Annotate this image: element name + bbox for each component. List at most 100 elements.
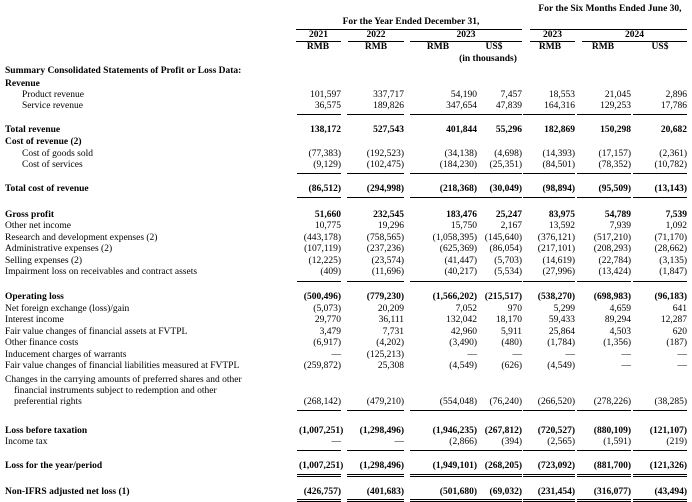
row-value: (1,356)	[603, 338, 631, 348]
row-value: 47,839	[495, 101, 522, 111]
row-value: (4,549)	[547, 361, 575, 371]
financial-statement-table: For the Year Ended December 31, For the …	[0, 0, 692, 502]
row-value: 18,553	[548, 90, 575, 100]
row-value: 337,717	[373, 90, 404, 100]
row-value: (86,054)	[489, 244, 522, 254]
row-value: 5,911	[500, 327, 522, 337]
double-rule	[347, 474, 404, 475]
row-value: (145,640)	[484, 233, 522, 243]
row-value: 7,539	[665, 210, 687, 220]
row-label: Operating loss	[5, 292, 64, 302]
double-rule	[477, 499, 522, 500]
double-rule	[577, 476, 631, 477]
column-rule	[410, 281, 477, 282]
statement-row: Research and development expenses (2) (44…	[0, 233, 692, 244]
row-value: (6,917)	[313, 338, 341, 348]
row-value: (294,998)	[366, 184, 404, 194]
row-value: (259,872)	[303, 361, 341, 371]
column-rule	[410, 197, 477, 198]
row-value: (40,217)	[444, 267, 477, 277]
row-value: 4,503	[609, 327, 631, 337]
statement-row: Total revenue 138,172 527,543 401,844 55,296…	[0, 125, 692, 136]
row-value: 19,296	[377, 221, 404, 231]
row-value: 182,869	[544, 125, 575, 135]
row-label: Impairment loss on receivables and contr…	[5, 267, 198, 277]
row-value: (266,520)	[537, 397, 575, 407]
year-header: 2023	[456, 30, 476, 40]
row-value: 29,770	[314, 315, 341, 325]
row-value: 527,543	[373, 125, 404, 135]
row-label: Total cost of revenue	[5, 184, 89, 194]
statement-row: Loss for the year/period (1,007,251) (1,29…	[0, 461, 692, 472]
column-rule	[523, 450, 575, 451]
row-value: —	[565, 350, 576, 360]
row-value: (184,230)	[439, 160, 477, 170]
row-value: (426,757)	[303, 487, 341, 497]
column-rule	[577, 197, 631, 198]
double-rule	[477, 476, 522, 477]
row-label: Product revenue	[22, 90, 84, 100]
statement-row: Impairment loss on receivables and contr…	[0, 267, 692, 278]
row-value: (84,501)	[542, 160, 575, 170]
row-value: 620	[672, 327, 687, 337]
statement-row: Interest income 29,770 36,111 132,042 18,170…	[0, 315, 692, 326]
statement-row: Income tax — — (2,866) (394) (2,565) (1,591) (2…	[0, 437, 692, 448]
statement-row: Inducement charges of warrants — (125,213)…	[0, 350, 692, 361]
row-value: (27,996)	[542, 267, 575, 277]
year-header: 2023	[543, 30, 562, 40]
row-label: Cost of services	[22, 160, 83, 170]
row-value: 51,660	[314, 210, 341, 220]
double-rule	[577, 499, 631, 500]
row-value: 36,575	[314, 101, 341, 111]
statement-row: Administrative expenses (2) (107,119) (237…	[0, 244, 692, 255]
row-value: (95,509)	[598, 184, 631, 194]
row-label: Cost of goods sold	[22, 149, 93, 159]
row-value: (268,142)	[303, 397, 341, 407]
double-rule	[347, 476, 404, 477]
statement-row: Fair value changes of financial assets a…	[0, 327, 692, 338]
row-value: (38,285)	[654, 397, 687, 407]
group-underline	[530, 29, 687, 30]
row-value: —	[331, 437, 342, 447]
row-label: Selling expenses (2)	[5, 256, 83, 266]
statement-row: Service revenue 36,575 189,826 347,654 47,83…	[0, 101, 692, 112]
row-value: (2,866)	[449, 437, 477, 447]
row-value: (231,454)	[537, 487, 575, 497]
row-value: —	[394, 437, 405, 447]
row-label: Net foreign exchange (loss)/gain	[5, 304, 130, 314]
row-value: (267,812)	[484, 426, 522, 436]
column-rule	[523, 173, 575, 174]
row-label: Non-IFRS adjusted net loss (1)	[5, 487, 130, 497]
row-value: (102,475)	[366, 160, 404, 170]
statement-row: Total cost of revenue (86,512) (294,998) (2…	[0, 184, 692, 195]
row-value: 150,298	[600, 125, 631, 135]
column-rule	[410, 450, 477, 451]
double-rule	[633, 499, 687, 500]
statement-row: Selling expenses (2) (12,225) (23,574) (41,…	[0, 256, 692, 267]
row-value: (14,393)	[542, 149, 575, 159]
column-rule	[347, 197, 404, 198]
row-value: (2,361)	[659, 149, 687, 159]
row-value: 42,960	[450, 327, 477, 337]
row-value: 401,844	[446, 125, 477, 135]
column-rule	[633, 114, 687, 115]
row-value: (43,494)	[654, 487, 687, 497]
row-value: 10,775	[314, 221, 341, 231]
group-underline	[296, 29, 522, 30]
row-value: 17,786	[660, 101, 687, 111]
column-rule	[523, 114, 575, 115]
column-rule	[477, 173, 522, 174]
row-value: (1,007,251)	[299, 461, 344, 471]
row-value: (1,784)	[547, 338, 575, 348]
row-value: (215,517)	[484, 292, 522, 302]
row-value: (409)	[320, 267, 341, 277]
row-value: 25,308	[377, 361, 404, 371]
double-rule	[523, 499, 575, 500]
row-value: —	[331, 350, 342, 360]
row-value: 25,247	[495, 210, 522, 220]
double-rule	[297, 476, 341, 477]
column-rule	[577, 410, 631, 411]
year-header: 2024	[625, 30, 644, 40]
currency-header: RMB	[426, 42, 450, 52]
row-value: (517,210)	[593, 233, 631, 243]
